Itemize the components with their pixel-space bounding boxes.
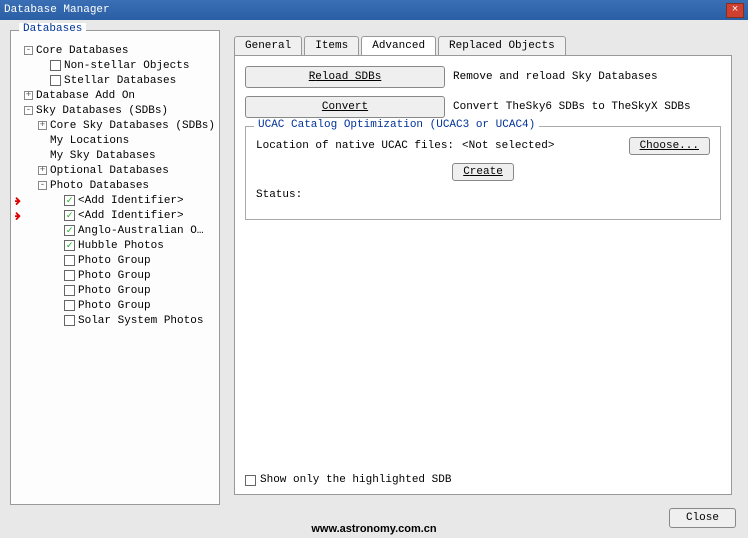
tree-item-label: My Sky Databases [50, 150, 156, 162]
tree-checkbox[interactable] [64, 270, 75, 281]
expand-icon[interactable]: - [38, 181, 47, 190]
tab-bar: GeneralItemsAdvancedReplaced Objects [228, 30, 738, 55]
tree-item-label: Photo Databases [50, 180, 149, 192]
tree-item[interactable]: <Add Identifier>➜ [15, 208, 215, 223]
tree-item[interactable]: Photo Group [15, 268, 215, 283]
ucac-fieldset: UCAC Catalog Optimization (UCAC3 or UCAC… [245, 126, 721, 220]
tree-checkbox[interactable] [64, 195, 75, 206]
tree-item[interactable]: Photo Group [15, 253, 215, 268]
tree-item[interactable]: Hubble Photos [15, 238, 215, 253]
tree-checkbox[interactable] [64, 300, 75, 311]
close-window-button[interactable]: × [726, 3, 744, 18]
databases-panel-title: Databases [19, 23, 86, 35]
status-label: Status: [256, 189, 302, 201]
tab-items[interactable]: Items [304, 36, 359, 55]
expand-icon[interactable]: + [24, 91, 33, 100]
databases-panel: Databases -Core DatabasesNon-stellar Obj… [10, 30, 220, 505]
convert-button[interactable]: Convert [245, 96, 445, 118]
tree-item-label: Database Add On [36, 90, 135, 102]
tree-item-label: Non-stellar Objects [64, 60, 189, 72]
tab-general[interactable]: General [234, 36, 302, 55]
tree-checkbox[interactable] [64, 240, 75, 251]
tree-item[interactable]: +Database Add On [15, 88, 215, 103]
convert-desc: Convert TheSky6 SDBs to TheSkyX SDBs [453, 101, 721, 113]
ucac-loc-label: Location of native UCAC files: [256, 140, 454, 152]
tree-checkbox[interactable] [64, 255, 75, 266]
tree-item[interactable]: Non-stellar Objects [15, 58, 215, 73]
window-title: Database Manager [4, 4, 110, 16]
expand-icon[interactable]: - [24, 106, 33, 115]
ucac-title: UCAC Catalog Optimization (UCAC3 or UCAC… [254, 119, 539, 131]
expand-icon[interactable]: - [24, 46, 33, 55]
tree-item[interactable]: <Add Identifier>➜ [15, 193, 215, 208]
tree-item[interactable]: Anglo-Australian O… [15, 223, 215, 238]
tree-item-label: Anglo-Australian O… [78, 225, 203, 237]
expand-icon[interactable]: + [38, 166, 47, 175]
show-only-label: Show only the highlighted SDB [260, 474, 451, 486]
reload-desc: Remove and reload Sky Databases [453, 71, 721, 83]
tree-item[interactable]: +Optional Databases [15, 163, 215, 178]
tree-item-label: Stellar Databases [64, 75, 176, 87]
tree-item[interactable]: Solar System Photos [15, 313, 215, 328]
tree-item-label: Hubble Photos [78, 240, 164, 252]
watermark: www.astronomy.com.cn [311, 523, 436, 535]
tree-item[interactable]: Photo Group [15, 283, 215, 298]
show-only-checkbox[interactable] [245, 475, 256, 486]
right-panel: GeneralItemsAdvancedReplaced Objects Rel… [228, 30, 738, 505]
tab-advanced-body: Reload SDBs Remove and reload Sky Databa… [234, 55, 732, 495]
tree-item[interactable]: My Sky Databases [15, 148, 215, 163]
tree-item[interactable]: Photo Group [15, 298, 215, 313]
tree-item-label: Solar System Photos [78, 315, 203, 327]
tab-advanced[interactable]: Advanced [361, 36, 436, 55]
tree-item[interactable]: My Locations [15, 133, 215, 148]
tree-item-label: Core Sky Databases (SDBs) [50, 120, 215, 132]
tree-checkbox[interactable] [64, 285, 75, 296]
main-content: Databases -Core DatabasesNon-stellar Obj… [0, 20, 748, 520]
window-titlebar: Database Manager × [0, 0, 748, 20]
tree-item-label: My Locations [50, 135, 129, 147]
expand-icon[interactable]: + [38, 121, 47, 130]
tree-item-label: Sky Databases (SDBs) [36, 105, 168, 117]
tree-item[interactable]: +Core Sky Databases (SDBs) [15, 118, 215, 133]
tree-item-label: Core Databases [36, 45, 128, 57]
tree-item-label: Photo Group [78, 270, 151, 282]
tree-checkbox[interactable] [64, 225, 75, 236]
reload-sdbs-button[interactable]: Reload SDBs [245, 66, 445, 88]
tree-item[interactable]: -Core Databases [15, 43, 215, 58]
tree-checkbox[interactable] [50, 60, 61, 71]
tree-item[interactable]: -Photo Databases [15, 178, 215, 193]
tree-checkbox[interactable] [50, 75, 61, 86]
tree-item-label: <Add Identifier> [78, 210, 184, 222]
tree-checkbox[interactable] [64, 315, 75, 326]
ucac-loc-value: <Not selected> [462, 140, 554, 152]
close-dialog-button[interactable]: Close [669, 508, 736, 528]
tree-item-label: Photo Group [78, 255, 151, 267]
tree-item-label: Optional Databases [50, 165, 169, 177]
create-button[interactable]: Create [452, 163, 514, 181]
tab-replaced-objects[interactable]: Replaced Objects [438, 36, 566, 55]
tree-item-label: Photo Group [78, 300, 151, 312]
choose-button[interactable]: Choose... [629, 137, 710, 155]
tree-item-label: Photo Group [78, 285, 151, 297]
tree-item-label: <Add Identifier> [78, 195, 184, 207]
tree-item[interactable]: -Sky Databases (SDBs) [15, 103, 215, 118]
tree-item[interactable]: Stellar Databases [15, 73, 215, 88]
databases-tree[interactable]: -Core DatabasesNon-stellar ObjectsStella… [15, 43, 215, 328]
tree-checkbox[interactable] [64, 210, 75, 221]
